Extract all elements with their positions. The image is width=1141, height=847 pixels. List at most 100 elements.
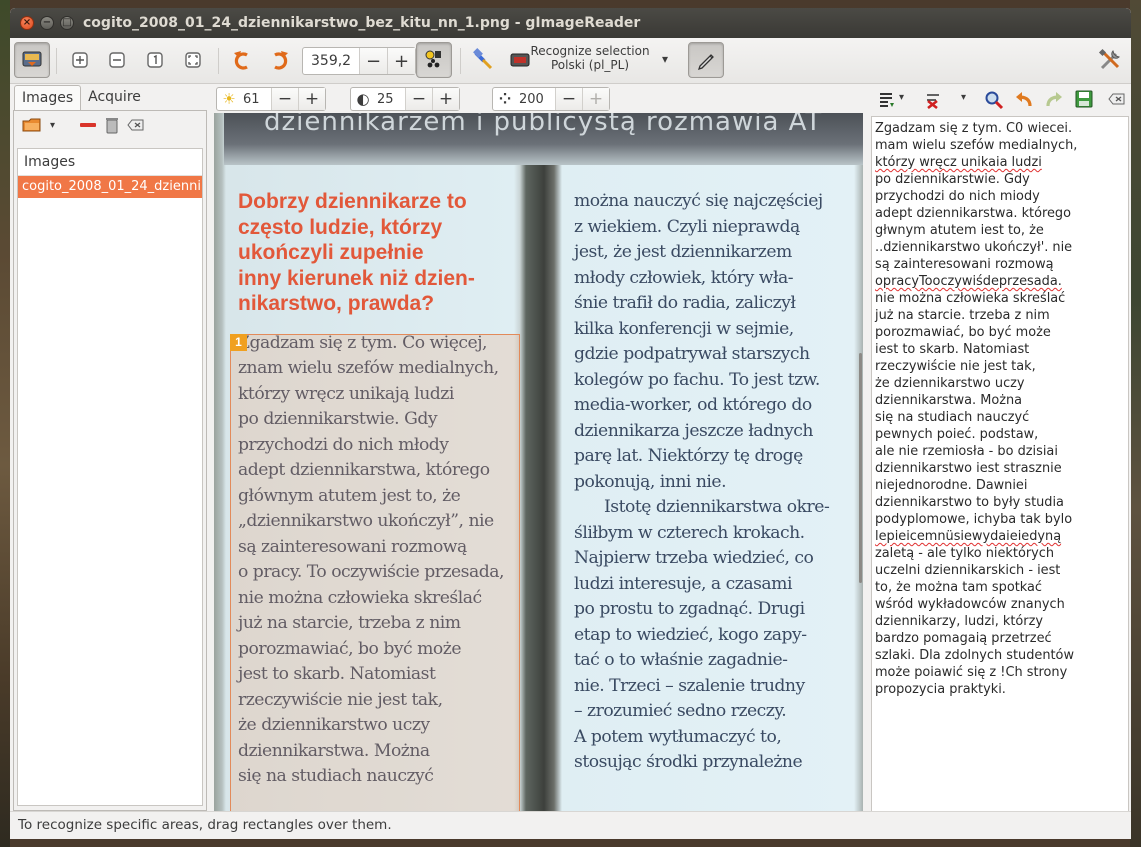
text-line: Najpierw trzeba wiedzieć, co [574, 548, 814, 568]
redo-icon[interactable] [1044, 91, 1064, 109]
text-line: stosując środki przynależne [574, 752, 803, 772]
toolbar-separator [218, 48, 219, 74]
zoom-in-button[interactable] [62, 42, 98, 78]
sources-tabs: Images Acquire [14, 85, 148, 111]
tab-acquire[interactable]: Acquire [81, 85, 148, 111]
contrast-decrease-button[interactable]: − [405, 88, 432, 110]
output-line: mam wielu szefów medialnych, [875, 138, 1078, 153]
rotate-left-button[interactable] [224, 42, 260, 78]
scanner-icon [510, 53, 530, 67]
rotate-right-button[interactable] [262, 42, 298, 78]
list-item[interactable]: cogito_2008_01_24_dziennikarstwo_bez_kit… [18, 176, 202, 198]
text-line: nie. Trzeci – szalenie trudny [574, 675, 805, 696]
output-mode-icon[interactable] [878, 91, 896, 109]
recognition-selection-rectangle[interactable] [230, 334, 520, 811]
brightness-decrease-button[interactable]: − [271, 88, 298, 110]
image-controls-icon [425, 50, 441, 68]
text-line: gdzie podpatrywał starszych [574, 344, 810, 364]
contrast-increase-button[interactable]: + [432, 88, 459, 110]
hammer-icon [473, 48, 493, 70]
contrast-control[interactable]: ◐ 25 − + [350, 87, 460, 111]
brightness-value[interactable]: 61 [241, 92, 271, 107]
output-line: iest to skarb. Natomiast [875, 342, 1030, 357]
title-bar[interactable]: × − □ cogito_2008_01_24_dziennikarstwo_b… [10, 8, 1131, 38]
question-heading: Dobrzy dziennikarze to często ludzie, kt… [238, 189, 520, 317]
output-line: porozmawiać, bo być może [875, 325, 1051, 340]
rotation-increase-button[interactable]: + [387, 48, 416, 74]
delete-image-icon[interactable] [105, 116, 119, 134]
close-window-button[interactable]: × [20, 16, 34, 30]
ocr-output-textview[interactable]: Zgadzam się z tym. C0 wiecei. mam wielu … [871, 116, 1129, 814]
output-line: się na studiach nauczyć [875, 410, 1030, 425]
output-line: szlaki. Dla zdolnych studentów [875, 648, 1074, 663]
remove-image-icon[interactable] [79, 120, 97, 130]
text-line: po prostu to zgadnąć. Drugi [574, 599, 805, 619]
output-line: nie można człowieka skreślać [875, 291, 1066, 306]
output-line: pewnych poieć. podstaw, [875, 427, 1039, 442]
output-line: to, że można tam spotkać [875, 580, 1042, 595]
output-line: zaletą - ale tylko niektórych [875, 546, 1055, 561]
clear-list-icon[interactable] [127, 118, 145, 132]
brightness-control[interactable]: ☀ 61 − + [216, 87, 326, 111]
close-icon: × [22, 17, 32, 28]
output-line: może poiawić się z !Ch strony [875, 665, 1068, 680]
selection-number-badge: 1 [230, 334, 247, 351]
desktop-background-left [0, 0, 10, 847]
toggle-sidebar-button[interactable] [14, 42, 50, 78]
text-line: jest, że jest dziennikarzem [574, 242, 792, 262]
brightness-increase-button[interactable]: + [298, 88, 325, 110]
zoom-original-button[interactable] [137, 42, 173, 78]
text-line: z wiekiem. Czyli nieprawdą [574, 216, 800, 237]
image-scrollbar[interactable] [859, 353, 862, 583]
output-line: bardzo pomagaią przetrzeć [875, 631, 1052, 646]
output-line: ..dziennikarstwo ukończył'. nie [875, 240, 1073, 255]
maximize-window-button[interactable]: □ [60, 16, 74, 30]
rotation-value[interactable]: 359,2 [303, 53, 359, 69]
contrast-value[interactable]: 25 [375, 92, 405, 107]
right-paragraph: można nauczyć się najczęściej z wiekiem.… [574, 189, 856, 776]
banner-text: dziennikarzem i publicystą rozmawia AT [264, 113, 823, 137]
clear-output-icon[interactable] [1108, 92, 1126, 106]
save-output-icon[interactable] [1075, 90, 1093, 108]
undo-icon[interactable] [1014, 91, 1034, 109]
maximize-icon: □ [62, 17, 72, 28]
resolution-control[interactable]: ⁘ 200 − + [492, 87, 610, 111]
output-line: po dziennikarstwie. Gdy [875, 172, 1030, 187]
text-line: media-worker, od którego do [574, 395, 812, 415]
rotation-spinbox[interactable]: 359,2 − + [302, 47, 417, 75]
resolution-decrease-button[interactable]: − [555, 88, 582, 110]
rotation-decrease-button[interactable]: − [359, 48, 388, 74]
text-line: pokonują, inni nie. [574, 471, 727, 492]
autodetect-layout-button[interactable] [466, 42, 502, 78]
text-line: A potem wytłumaczyć to, [574, 726, 782, 747]
output-line: uczelni dziennikarskich - iest [875, 563, 1061, 578]
output-line: rzeczywiście nie jest tak, [875, 359, 1036, 374]
zoom-fit-button[interactable] [175, 42, 211, 78]
output-mode-dropdown-icon[interactable]: ▾ [899, 92, 904, 103]
image-controls-toggle-button[interactable] [416, 42, 452, 78]
resolution-increase-button[interactable]: + [582, 88, 609, 110]
add-images-folder-icon[interactable] [22, 116, 42, 134]
language-dropdown-button[interactable]: ▾ [662, 52, 668, 66]
strip-linebreaks-dropdown-icon[interactable]: ▾ [961, 92, 966, 103]
recognize-language: Polski (pl_PL) [550, 58, 630, 72]
app-window: × − □ cogito_2008_01_24_dziennikarstwo_b… [10, 8, 1131, 839]
output-line: ale nie rzemiosła - bo dzisiai [875, 444, 1058, 459]
pencil-icon [697, 54, 714, 71]
strip-linebreaks-icon[interactable] [924, 91, 942, 109]
text-line: kolegów po fachu. To jest tzw. [574, 369, 820, 390]
tab-images[interactable]: Images [14, 85, 82, 111]
resolution-value[interactable]: 200 [517, 92, 555, 107]
image-canvas[interactable]: dziennikarzem i publicystą rozmawia AT D… [214, 113, 863, 811]
preferences-button[interactable] [1092, 42, 1128, 78]
sidebar-toggle-icon [22, 51, 42, 67]
recognize-selection-button[interactable]: Recognize selection Polski (pl_PL) [530, 44, 650, 72]
find-replace-icon[interactable] [984, 90, 1004, 110]
zoom-out-button[interactable] [99, 42, 135, 78]
images-tab-content: ▾ Images cogito_2008_01_24_dziennikarstw… [13, 110, 207, 811]
add-images-dropdown-icon[interactable]: ▾ [50, 120, 55, 131]
images-list[interactable]: Images cogito_2008_01_24_dziennikarstwo_… [17, 148, 203, 806]
output-pane-toggle-button[interactable] [688, 42, 724, 78]
output-line: dziennikarzy, ludzi, którzy [875, 614, 1043, 629]
minimize-window-button[interactable]: − [40, 16, 54, 30]
